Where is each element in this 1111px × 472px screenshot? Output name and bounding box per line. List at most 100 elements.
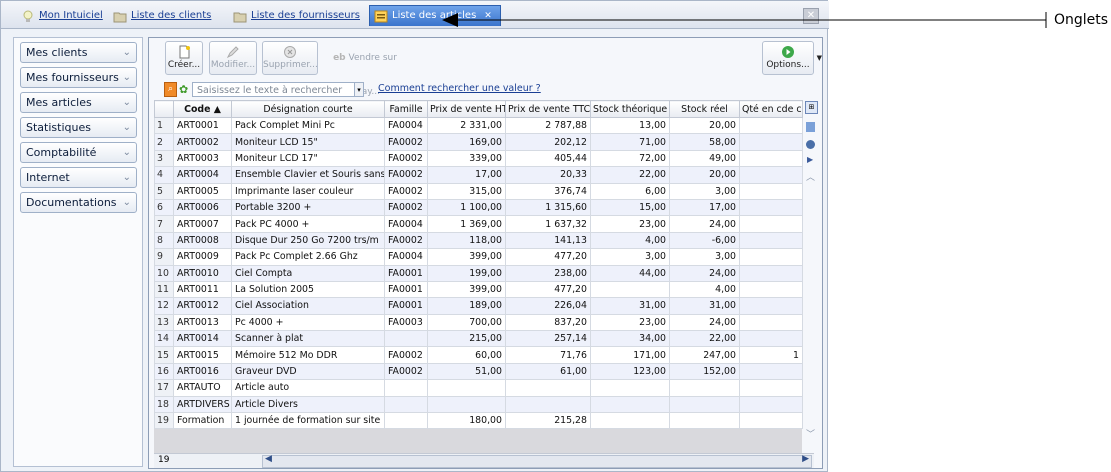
table-cell[interactable]: 44,00 [590, 264, 670, 282]
table-cell[interactable]: 20,00 [669, 116, 740, 135]
table-cell[interactable]: 339,00 [427, 149, 506, 168]
table-cell[interactable]: ARTAUTO [173, 379, 232, 397]
table-row[interactable]: 5 ART0005 Imprimante laser couleur FA0002 31… [154, 182, 803, 200]
table-cell[interactable]: 13,00 [590, 116, 670, 135]
table-cell[interactable]: FA0002 [384, 166, 428, 184]
table-cell[interactable]: 17,00 [669, 198, 740, 217]
document-icon[interactable] [806, 122, 815, 132]
search-dropdown-button[interactable]: ▾ [354, 82, 364, 97]
column-header-prix-ht[interactable]: Prix de vente HT [427, 100, 506, 118]
table-cell[interactable]: ARTDIVERS [173, 395, 232, 414]
table-cell[interactable]: 3,00 [590, 248, 670, 266]
table-cell[interactable]: ART0005 [173, 182, 232, 200]
table-cell[interactable]: FA0004 [384, 248, 428, 266]
column-header-qte-en-cde[interactable]: Qté en cde cl [739, 100, 803, 118]
table-cell[interactable]: 247,00 [669, 346, 740, 364]
table-cell[interactable]: ART0009 [173, 248, 232, 266]
table-cell[interactable]: 58,00 [669, 133, 740, 151]
table-cell[interactable]: Article auto [231, 379, 385, 397]
table-cell[interactable]: 215,28 [505, 412, 591, 430]
table-cell[interactable] [739, 149, 803, 168]
table-row[interactable]: 14 ART0014 Scanner à plat 215,00 257,14 34,00… [154, 330, 803, 348]
table-cell[interactable]: -6,00 [669, 231, 740, 250]
table-cell[interactable]: 4,00 [590, 231, 670, 250]
table-row[interactable]: 7 ART0007 Pack PC 4000 + FA0004 1 369,00 1 63… [154, 215, 803, 233]
table-cell[interactable]: 399,00 [427, 248, 506, 266]
table-cell[interactable] [739, 166, 803, 184]
table-cell[interactable]: Disque Dur 250 Go 7200 trs/m [231, 231, 385, 250]
table-cell[interactable]: 49,00 [669, 149, 740, 168]
table-cell[interactable]: 2 331,00 [427, 116, 506, 135]
table-row[interactable]: 11 ART0011 La Solution 2005 FA0001 399,00 477… [154, 280, 803, 299]
table-cell[interactable]: Mémoire 512 Mo DDR [231, 346, 385, 364]
table-cell[interactable]: FA0001 [384, 297, 428, 315]
create-button[interactable]: Créer... [165, 41, 203, 75]
table-cell[interactable] [739, 280, 803, 299]
table-cell[interactable]: 180,00 [427, 412, 506, 430]
table-cell[interactable]: Scanner à plat [231, 330, 385, 348]
table-cell[interactable] [739, 313, 803, 332]
table-cell[interactable]: 477,20 [505, 280, 591, 299]
column-header-prix-ttc[interactable]: Prix de vente TTC [505, 100, 591, 118]
table-cell[interactable] [590, 412, 670, 430]
table-cell[interactable] [384, 412, 428, 430]
table-cell[interactable]: FA0004 [384, 215, 428, 233]
table-cell[interactable]: 376,74 [505, 182, 591, 200]
table-cell[interactable] [739, 395, 803, 414]
table-cell[interactable] [384, 395, 428, 414]
table-cell[interactable]: La Solution 2005 [231, 280, 385, 299]
table-cell[interactable]: ART0004 [173, 166, 232, 184]
scroll-left-icon[interactable]: ◀ [265, 454, 272, 464]
table-cell[interactable]: 31,00 [669, 297, 740, 315]
column-header-code[interactable]: Code ▲ [173, 100, 232, 118]
table-row[interactable]: 1 ART0001 Pack Complet Mini Pc FA0004 2 331,… [154, 116, 803, 135]
table-row[interactable]: 3 ART0003 Moniteur LCD 17" FA0002 339,00 405,… [154, 149, 803, 168]
options-button[interactable]: Options... ▼ [762, 41, 822, 75]
table-cell[interactable] [669, 379, 740, 397]
table-row[interactable]: 17 ARTAUTO Article auto [154, 379, 803, 397]
table-cell[interactable]: 24,00 [669, 215, 740, 233]
table-cell[interactable]: 31,00 [590, 297, 670, 315]
table-cell[interactable] [739, 133, 803, 151]
table-cell[interactable]: 202,12 [505, 133, 591, 151]
table-cell[interactable]: FA0003 [384, 313, 428, 332]
table-cell[interactable] [427, 379, 506, 397]
database-icon[interactable] [806, 140, 815, 149]
table-row[interactable]: 9 ART0009 Pack Pc Complet 2.66 Ghz FA0004 39… [154, 248, 803, 266]
sidebar-item-comptabilite[interactable]: Comptabilité ⌄ [20, 142, 137, 163]
table-cell[interactable]: 123,00 [590, 362, 670, 381]
table-cell[interactable]: 1 journée de formation sur site [231, 412, 385, 430]
table-cell[interactable]: FA0002 [384, 133, 428, 151]
table-cell[interactable]: 22,00 [669, 330, 740, 348]
table-cell[interactable] [739, 297, 803, 315]
column-chooser-icon[interactable]: ⊞ [805, 101, 818, 114]
table-cell[interactable]: Pack Pc Complet 2.66 Ghz [231, 248, 385, 266]
table-row[interactable]: 2 ART0002 Moniteur LCD 15" FA0002 169,00 202,… [154, 133, 803, 151]
table-cell[interactable]: 171,00 [590, 346, 670, 364]
column-header-famille[interactable]: Famille [384, 100, 428, 118]
table-cell[interactable]: FA0001 [384, 280, 428, 299]
table-cell[interactable]: FA0002 [384, 149, 428, 168]
table-cell[interactable]: 257,14 [505, 330, 591, 348]
table-cell[interactable]: Article Divers [231, 395, 385, 414]
table-cell[interactable] [669, 412, 740, 430]
table-cell[interactable]: 1 [739, 346, 803, 364]
table-cell[interactable]: ART0003 [173, 149, 232, 168]
table-cell[interactable]: 399,00 [427, 280, 506, 299]
tab-mon-intuiciel[interactable]: Mon Intuiciel [21, 7, 103, 25]
search-icon[interactable]: ⌕ [164, 82, 177, 97]
table-cell[interactable]: Imprimante laser couleur [231, 182, 385, 200]
table-row[interactable]: 6 ART0006 Portable 3200 + FA0002 1 100,00 1 3… [154, 198, 803, 217]
table-row[interactable]: 12 ART0012 Ciel Association FA0001 189,00 226… [154, 297, 803, 315]
table-cell[interactable]: 141,13 [505, 231, 591, 250]
tab-liste-des-clients[interactable]: Liste des clients [113, 7, 211, 25]
table-cell[interactable]: 837,20 [505, 313, 591, 332]
sidebar-item-internet[interactable]: Internet ⌄ [20, 167, 137, 188]
table-cell[interactable]: 3,00 [669, 248, 740, 266]
table-row[interactable]: 18 ARTDIVERS Article Divers [154, 395, 803, 414]
column-header-designation[interactable]: Désignation courte [231, 100, 385, 118]
table-row[interactable]: 8 ART0008 Disque Dur 250 Go 7200 trs/m FA00… [154, 231, 803, 250]
table-cell[interactable]: 1 315,60 [505, 198, 591, 217]
table-cell[interactable] [739, 330, 803, 348]
table-cell[interactable]: Pack Complet Mini Pc [231, 116, 385, 135]
